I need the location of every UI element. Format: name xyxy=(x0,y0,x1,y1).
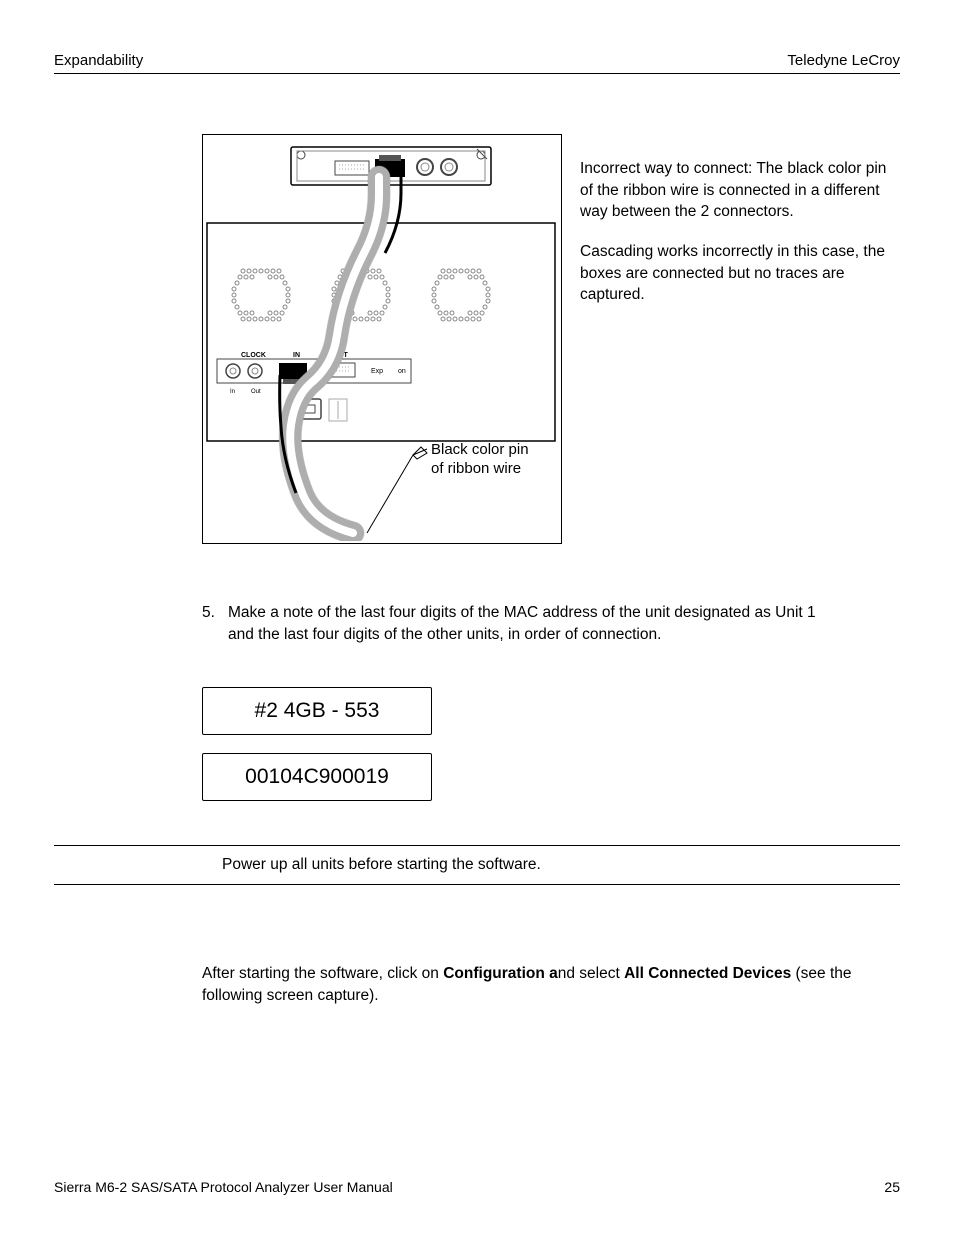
connection-diagram: CLOCK IN OUT Exp on In Out xyxy=(202,134,562,544)
mac-labels: #2 4GB - 553 00104C900019 xyxy=(202,687,900,801)
diagram-callout: Black color pin of ribbon wire xyxy=(431,441,529,479)
step-5: 5. Make a note of the last four digits o… xyxy=(202,602,900,647)
page-header: Expandability Teledyne LeCroy xyxy=(54,52,900,74)
svg-text:CLOCK: CLOCK xyxy=(241,352,266,359)
svg-text:IN: IN xyxy=(293,352,300,359)
page-footer: Sierra M6-2 SAS/SATA Protocol Analyzer U… xyxy=(54,1179,900,1195)
svg-text:Out: Out xyxy=(251,389,261,395)
svg-text:on: on xyxy=(398,368,406,375)
footer-left: Sierra M6-2 SAS/SATA Protocol Analyzer U… xyxy=(54,1179,393,1195)
step-number: 5. xyxy=(202,602,228,647)
svg-text:In: In xyxy=(230,389,235,395)
svg-text:Exp: Exp xyxy=(371,368,383,375)
step-text: Make a note of the last four digits of t… xyxy=(228,602,828,647)
note-block: Power up all units before starting the s… xyxy=(54,845,900,885)
caption-para-1: Incorrect way to connect: The black colo… xyxy=(580,158,900,223)
header-left: Expandability xyxy=(54,52,143,69)
footer-page-number: 25 xyxy=(884,1179,900,1195)
after-paragraph: After starting the software, click on Co… xyxy=(202,963,882,1008)
caption-para-2: Cascading works incorrectly in this case… xyxy=(580,241,900,306)
label-box-2: 00104C900019 xyxy=(202,753,432,801)
note-text: Power up all units before starting the s… xyxy=(54,846,900,884)
label-box-1: #2 4GB - 553 xyxy=(202,687,432,735)
figure-caption: Incorrect way to connect: The black colo… xyxy=(580,134,900,544)
header-right: Teledyne LeCroy xyxy=(787,52,900,69)
